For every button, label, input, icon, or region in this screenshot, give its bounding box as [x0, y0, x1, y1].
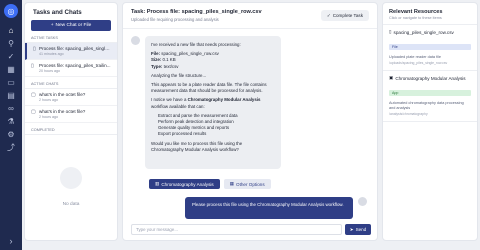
resource-tag: App — [389, 90, 471, 96]
empty-state: No data — [25, 167, 117, 210]
expand-chevron-icon[interactable]: › — [0, 236, 22, 246]
new-chat-button[interactable]: + New Chat or File — [31, 20, 111, 31]
beaker-icon[interactable]: ⚗ — [4, 115, 18, 128]
chat-item[interactable]: ▢ what's in the octet file? 2 hours ago — [25, 89, 117, 106]
header-divider — [123, 28, 377, 29]
send-icon: ➤ — [349, 226, 354, 232]
chat-title: what's in the octet file? — [39, 92, 86, 97]
option-buttons: ▥ Chromatography Analysis ▦ Other Options — [149, 179, 271, 189]
complete-task-label: Complete Task — [332, 13, 363, 18]
send-button[interactable]: ➤ Send — [345, 224, 371, 235]
chat-title: what's in the octet file? — [39, 109, 86, 114]
type-value: text/csv — [163, 63, 179, 69]
option-primary-label: Chromatography Analysis — [161, 181, 214, 187]
msg-question: Would you like me to process this file u… — [151, 140, 243, 152]
check-circle-icon[interactable]: ✓ — [4, 50, 18, 63]
home-icon[interactable]: ⌂ — [4, 24, 18, 37]
chat-icon: ▢ — [31, 92, 36, 98]
chart-icon[interactable]: ▤ — [4, 89, 18, 102]
option-secondary-label: Other Options — [236, 181, 265, 187]
no-data-text: No data — [62, 202, 80, 207]
completed-header: COMPLETED — [25, 123, 117, 135]
share-icon[interactable]: ⤴ — [4, 141, 18, 154]
task-item[interactable]: ▯ Process file: spacing_piles_single_...… — [25, 43, 117, 60]
file-value: spacing_piles_single_row.csv — [161, 51, 219, 57]
resources-panel: Relevant Resources Click or navigate to … — [382, 2, 478, 241]
notice-post: workflow available that can: — [151, 103, 205, 109]
resources-hint: Click or navigate to these items — [383, 16, 477, 25]
resource-name: Chromatography Modular Analysis — [395, 75, 466, 81]
type-label: Type: — [151, 63, 163, 69]
chromatography-analysis-button[interactable]: ▥ Chromatography Analysis — [149, 179, 220, 189]
msg-body: This appears to be a plate reader data f… — [151, 82, 267, 94]
empty-inbox-icon — [60, 167, 82, 189]
chat-icon: ▢ — [31, 109, 36, 115]
composer: Type your message... ➤ Send — [131, 224, 371, 235]
task-title: Process file: spacing_piles_trailin... — [39, 63, 111, 68]
msg-notice: I notice we have a Chromatography Modula… — [151, 97, 275, 109]
chat-time: 2 hours ago — [39, 98, 58, 102]
active-tasks-header: ACTIVE TASKS — [25, 31, 117, 43]
app-logo-icon[interactable]: ◎ — [4, 4, 18, 18]
chart-icon: ▥ — [155, 181, 160, 186]
other-options-button[interactable]: ▦ Other Options — [223, 179, 271, 189]
capability-list: Extract and parse the measurement data P… — [151, 113, 275, 138]
user-message: Please process this file using the Chrom… — [185, 197, 353, 219]
plus-icon: + — [50, 23, 54, 28]
task-item[interactable]: ▯ Process file: spacing_piles_trailin...… — [25, 60, 117, 77]
file-icon: ▯ — [31, 63, 34, 69]
notice-pre: I notice we have a — [151, 97, 187, 103]
file-icon: ▯ — [389, 29, 392, 34]
user-avatar — [358, 197, 367, 206]
active-chats-header: ACTIVE CHATS — [25, 77, 117, 89]
file-icon: ▯ — [33, 46, 36, 52]
link-icon[interactable]: ∞ — [4, 102, 18, 115]
resource-desc: Automated chromatography data processing… — [389, 101, 464, 110]
file-label: File: — [151, 51, 161, 57]
settings-icon[interactable]: ⚙ — [4, 128, 18, 141]
chat-panel: Task: Process file: spacing_piles_single… — [122, 2, 378, 241]
tasks-panel: Tasks and Chats + New Chat or File ACTIVE… — [24, 2, 118, 241]
assistant-avatar — [131, 36, 140, 45]
task-title: Process file: spacing_piles_single_... — [39, 46, 111, 51]
app-icon: ▣ — [389, 75, 394, 80]
resource-name: spacing_piles_single_row.csv — [393, 29, 454, 35]
task-title-heading: Task: Process file: spacing_piles_single… — [131, 9, 262, 15]
resource-path: /analysis/chromatography — [389, 112, 428, 116]
chat-item[interactable]: ▢ what's in the octet file? 2 hours ago — [25, 106, 117, 123]
grid-icon[interactable]: ▦ — [4, 63, 18, 76]
notice-workflow-name: Chromatography Modular Analysis — [187, 97, 261, 103]
send-label: Send — [355, 227, 367, 232]
resource-tag: File — [389, 44, 471, 50]
resource-desc: Uploaded plate reader data file — [389, 55, 441, 59]
resource-item[interactable]: ▣ Chromatography Modular Analysis App Aut… — [383, 71, 477, 122]
size-value: 0.1 KB — [162, 57, 176, 63]
chat-time: 2 hours ago — [39, 115, 58, 119]
panel-title: Tasks and Chats — [33, 9, 82, 16]
assistant-message: I've received a new file that needs proc… — [145, 36, 281, 169]
message-input[interactable]: Type your message... — [131, 224, 342, 235]
resource-item[interactable]: ▯ spacing_piles_single_row.csv File Uploa… — [383, 25, 477, 71]
task-time: 41 minutes ago — [39, 52, 64, 56]
task-time: 20 hours ago — [39, 69, 60, 73]
icon-rail: ◎ ⌂ ⚲ ✓ ▦ ▭ ▤ ∞ ⚗ ⚙ ⤴ › — [0, 0, 22, 250]
task-subtitle: Uploaded file requiring processing and a… — [131, 17, 219, 22]
flow-icon[interactable]: ⚲ — [4, 37, 18, 50]
size-label: Size: — [151, 57, 162, 63]
new-chat-label: New Chat or File — [55, 23, 92, 28]
resource-path: /uploads/spacing_piles_single_row.csv — [389, 61, 448, 65]
grid-icon: ▦ — [229, 181, 235, 186]
folder-icon[interactable]: ▭ — [4, 76, 18, 89]
resources-title: Relevant Resources — [389, 9, 443, 15]
check-icon: ✓ — [326, 12, 331, 18]
complete-task-button[interactable]: ✓ Complete Task — [320, 10, 369, 21]
